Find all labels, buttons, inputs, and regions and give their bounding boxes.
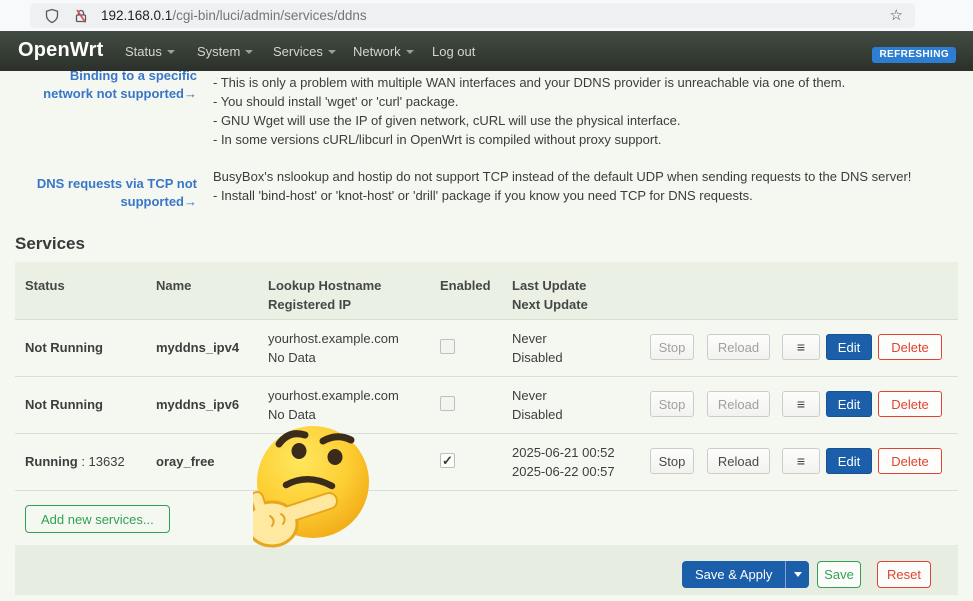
- lock-slash-icon[interactable]: [73, 8, 89, 24]
- reload-button[interactable]: Reload: [707, 391, 770, 417]
- service-lookup: yourhost.example.com No Data: [268, 386, 399, 424]
- navbar: OpenWrt Status System Services Network L…: [0, 31, 973, 71]
- col-enabled: Enabled: [440, 276, 491, 295]
- enabled-checkbox[interactable]: [440, 339, 455, 354]
- save-apply-button[interactable]: Save & Apply: [682, 561, 785, 588]
- page-title: Services: [15, 234, 85, 254]
- chevron-down-icon: [794, 572, 802, 577]
- url-text[interactable]: 192.168.0.1/cgi-bin/luci/admin/services/…: [101, 8, 367, 23]
- service-updates: Never Disabled: [512, 329, 563, 367]
- reload-button[interactable]: Reload: [707, 334, 770, 360]
- save-apply-button-group: Save & Apply: [682, 561, 809, 588]
- chevron-down-icon: [406, 50, 414, 54]
- delete-button[interactable]: Delete: [878, 448, 942, 474]
- delete-button[interactable]: Delete: [878, 334, 942, 360]
- bookmark-star-icon[interactable]: ☆: [890, 6, 903, 25]
- more-actions-icon[interactable]: ≡: [782, 334, 820, 360]
- help-link-dns-tcp[interactable]: DNS requests via TCP not supported→: [25, 175, 197, 211]
- reset-button[interactable]: Reset: [877, 561, 931, 588]
- browser-chrome: 192.168.0.1/cgi-bin/luci/admin/services/…: [0, 0, 973, 31]
- col-name: Name: [156, 276, 191, 295]
- help-text-dns-tcp: BusyBox's nslookup and hostip do not sup…: [213, 167, 911, 205]
- more-actions-icon[interactable]: ≡: [782, 448, 820, 474]
- service-status: Running : 13632: [25, 433, 125, 490]
- url-host: 192.168.0.1: [101, 8, 172, 23]
- edit-button[interactable]: Edit: [826, 391, 872, 417]
- service-name: myddns_ipv6: [156, 376, 239, 433]
- nav-network[interactable]: Network: [353, 44, 414, 59]
- service-name: oray_free: [156, 433, 215, 490]
- nav-system[interactable]: System: [197, 44, 253, 59]
- table-row: Not Running myddns_ipv6 yourhost.example…: [15, 376, 958, 434]
- add-new-services-button[interactable]: Add new services...: [25, 505, 170, 533]
- table-row: Running : 13632 oray_free 2025-06-21 00:…: [15, 433, 958, 491]
- screen: 192.168.0.1/cgi-bin/luci/admin/services/…: [0, 0, 973, 601]
- chevron-down-icon: [328, 50, 336, 54]
- help-text-binding: - This is only a problem with multiple W…: [213, 73, 845, 149]
- service-status: Not Running: [25, 319, 103, 376]
- more-actions-icon[interactable]: ≡: [782, 391, 820, 417]
- service-status: Not Running: [25, 376, 103, 433]
- col-status: Status: [25, 276, 65, 295]
- col-lookup: Lookup Hostname Registered IP: [268, 276, 381, 314]
- thinking-emoji: [253, 424, 372, 555]
- enabled-checkbox[interactable]: [440, 396, 455, 411]
- table-row: Not Running myddns_ipv4 yourhost.example…: [15, 319, 958, 377]
- enabled-checkbox[interactable]: [440, 453, 455, 468]
- service-name: myddns_ipv4: [156, 319, 239, 376]
- col-update: Last Update Next Update: [512, 276, 588, 314]
- shield-icon[interactable]: [44, 8, 60, 24]
- table-header: Status Name Lookup Hostname Registered I…: [15, 262, 958, 320]
- nav-status[interactable]: Status: [125, 44, 175, 59]
- help-link-binding[interactable]: Binding to a specific network not suppor…: [25, 67, 197, 103]
- edit-button[interactable]: Edit: [826, 334, 872, 360]
- chevron-down-icon: [245, 50, 253, 54]
- footer-bar: Save & Apply Save Reset: [15, 545, 958, 595]
- reload-button[interactable]: Reload: [707, 448, 770, 474]
- nav-services[interactable]: Services: [273, 44, 336, 59]
- edit-button[interactable]: Edit: [826, 448, 872, 474]
- save-button[interactable]: Save: [817, 561, 861, 588]
- service-updates: Never Disabled: [512, 386, 563, 424]
- stop-button[interactable]: Stop: [650, 448, 694, 474]
- stop-button[interactable]: Stop: [650, 391, 694, 417]
- save-apply-dropdown-toggle[interactable]: [785, 561, 809, 588]
- nav-logout[interactable]: Log out: [432, 44, 475, 59]
- service-updates: 2025-06-21 00:52 2025-06-22 00:57: [512, 443, 615, 481]
- refreshing-badge[interactable]: REFRESHING: [872, 47, 956, 63]
- url-bar[interactable]: 192.168.0.1/cgi-bin/luci/admin/services/…: [30, 3, 915, 28]
- service-lookup: yourhost.example.com No Data: [268, 329, 399, 367]
- url-path: /cgi-bin/luci/admin/services/ddns: [172, 8, 366, 23]
- stop-button[interactable]: Stop: [650, 334, 694, 360]
- brand-logo: OpenWrt: [18, 39, 103, 62]
- chevron-down-icon: [167, 50, 175, 54]
- delete-button[interactable]: Delete: [878, 391, 942, 417]
